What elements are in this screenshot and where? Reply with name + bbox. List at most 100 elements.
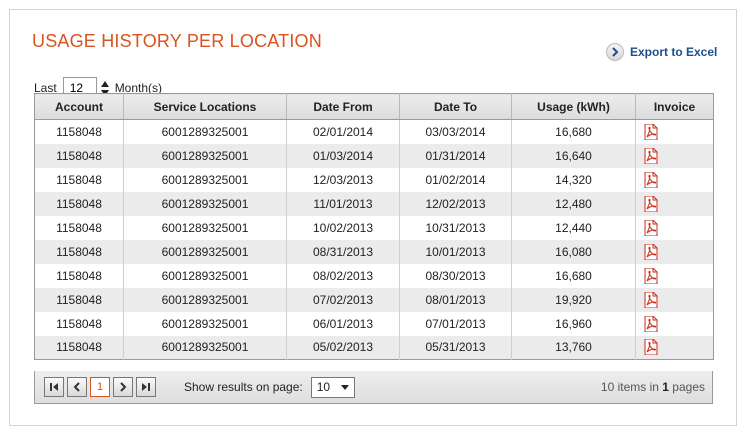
invoice-cell <box>635 239 714 264</box>
table-cell: 12/02/2013 <box>399 191 512 216</box>
table-row: 1158048 6001289325001 11/01/2013 12/02/2013… <box>34 191 714 216</box>
invoice-cell <box>635 191 714 216</box>
table-cell: 06/01/2013 <box>286 311 400 336</box>
pdf-icon[interactable] <box>644 267 658 284</box>
invoice-cell <box>636 120 714 144</box>
table-cell: 6001289325001 <box>123 167 287 192</box>
table-cell: 19,920 <box>511 287 636 312</box>
chevron-right-icon <box>606 43 624 61</box>
column-header[interactable]: Service Locations <box>123 93 287 120</box>
last-page-button[interactable] <box>136 377 156 397</box>
invoice-cell <box>636 264 714 288</box>
page-title: USAGE HISTORY PER LOCATION <box>32 31 322 51</box>
pdf-icon[interactable] <box>644 291 658 308</box>
column-header[interactable]: Date To <box>399 93 512 120</box>
show-results-label: Show results on page: <box>184 380 303 394</box>
invoice-cell <box>636 168 714 192</box>
pdf-icon[interactable] <box>644 195 658 212</box>
table-cell: 01/31/2014 <box>399 143 512 168</box>
table-row: 1158048 6001289325001 01/03/2014 01/31/2014… <box>34 143 714 168</box>
table-body: 1158048 6001289325001 02/01/2014 03/03/2014… <box>34 119 714 360</box>
table-cell: 10/31/2013 <box>399 215 512 240</box>
invoice-cell <box>636 312 714 336</box>
table-cell: 16,680 <box>511 119 636 144</box>
table-cell: 1158048 <box>34 335 124 360</box>
invoice-cell <box>635 143 714 168</box>
table-cell: 08/02/2013 <box>286 263 400 288</box>
pdf-icon[interactable] <box>644 147 658 164</box>
table-cell: 6001289325001 <box>123 335 287 360</box>
table-cell: 16,680 <box>511 263 636 288</box>
table-cell: 08/01/2013 <box>399 287 512 312</box>
table-cell: 1158048 <box>34 215 124 240</box>
table-cell: 6001289325001 <box>123 215 287 240</box>
table-cell: 14,320 <box>511 167 636 192</box>
table-cell: 1158048 <box>34 287 124 312</box>
table-cell: 10/02/2013 <box>286 215 400 240</box>
table-header-row: Account Service Locations Date From Date To… <box>34 93 714 120</box>
table-cell: 16,080 <box>511 239 636 264</box>
pdf-icon[interactable] <box>644 243 658 260</box>
spin-up-icon[interactable] <box>100 80 109 87</box>
pdf-icon[interactable] <box>644 338 658 356</box>
table-cell: 6001289325001 <box>123 143 287 168</box>
table-cell: 13,760 <box>511 335 636 360</box>
pdf-icon[interactable] <box>644 123 658 141</box>
table-cell: 16,960 <box>511 311 636 336</box>
table-cell: 08/30/2013 <box>399 263 512 288</box>
table-cell: 1158048 <box>34 119 124 144</box>
page-size-select[interactable]: 10 <box>310 376 355 398</box>
table-row: 1158048 6001289325001 07/02/2013 08/01/2013… <box>34 287 714 312</box>
invoice-cell <box>635 287 714 312</box>
table-cell: 1158048 <box>34 239 124 264</box>
pdf-icon[interactable] <box>644 315 658 332</box>
table-cell: 05/02/2013 <box>286 335 400 360</box>
table-row: 1158048 6001289325001 10/02/2013 10/31/2013… <box>34 215 714 240</box>
items-count: 10 <box>600 380 615 394</box>
table-row: 1158048 6001289325001 02/01/2014 03/03/2014… <box>34 119 714 144</box>
next-page-button[interactable] <box>113 377 133 397</box>
table-cell: 12,440 <box>511 215 636 240</box>
table-cell: 07/01/2013 <box>399 311 512 336</box>
export-to-excel-link[interactable]: Export to Excel <box>606 42 717 62</box>
usage-table: Account Service Locations Date From Date To… <box>34 93 714 360</box>
table-cell: 12,480 <box>511 191 636 216</box>
table-cell: 10/01/2013 <box>399 239 512 264</box>
invoice-cell <box>635 335 714 360</box>
table-cell: 07/02/2013 <box>286 287 400 312</box>
column-header[interactable]: Date From <box>286 93 400 120</box>
table-cell: 6001289325001 <box>123 239 287 264</box>
items-text: items in <box>614 380 663 394</box>
table-cell: 03/03/2014 <box>399 119 512 144</box>
table-row: 1158048 6001289325001 08/31/2013 10/01/2013… <box>34 239 714 264</box>
table-cell: 6001289325001 <box>123 263 287 288</box>
column-header[interactable]: Invoice <box>635 93 714 120</box>
next-page-icon <box>120 382 127 392</box>
table-cell: 01/03/2014 <box>286 143 400 168</box>
table-cell: 01/02/2014 <box>399 167 512 192</box>
table-cell: 1158048 <box>34 143 124 168</box>
table-row: 1158048 6001289325001 05/02/2013 05/31/2013… <box>34 335 714 360</box>
prev-page-icon <box>73 382 80 392</box>
column-header[interactable]: Account <box>34 93 124 120</box>
table-cell: 6001289325001 <box>123 287 287 312</box>
table-cell: 12/03/2013 <box>286 167 400 192</box>
pdf-icon[interactable] <box>644 219 658 236</box>
column-header[interactable]: Usage (kWh) <box>511 93 636 120</box>
pages-text: pages <box>668 380 705 394</box>
current-page-button[interactable]: 1 <box>90 377 110 397</box>
table-row: 1158048 6001289325001 12/03/2013 01/02/2014… <box>34 167 714 192</box>
table-cell: 6001289325001 <box>123 311 287 336</box>
first-page-button[interactable] <box>44 377 64 397</box>
page-size-value: 10 <box>316 380 331 394</box>
pdf-icon[interactable] <box>644 171 658 188</box>
prev-page-button[interactable] <box>67 377 87 397</box>
table-cell: 1158048 <box>34 191 124 216</box>
table-row: 1158048 6001289325001 08/02/2013 08/30/2013… <box>34 263 714 288</box>
last-page-icon <box>142 383 150 391</box>
invoice-cell <box>636 216 714 240</box>
table-cell: 1158048 <box>34 263 124 288</box>
table-cell: 1158048 <box>34 311 124 336</box>
pager-summary: 10 items in 1 pages <box>601 380 705 394</box>
table-cell: 02/01/2014 <box>286 119 400 144</box>
